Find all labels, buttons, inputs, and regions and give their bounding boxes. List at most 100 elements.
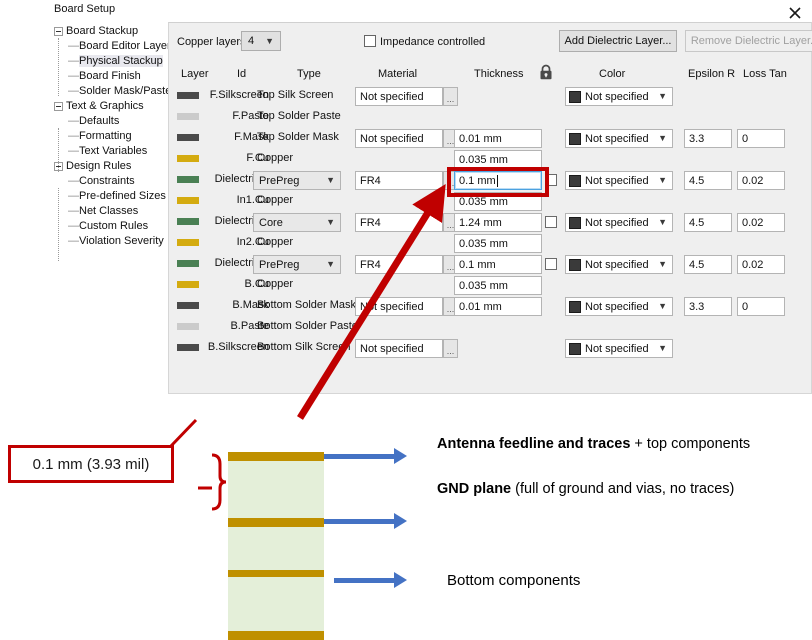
column-header-type: Type — [297, 68, 321, 80]
tree-item-label: Formatting — [79, 130, 132, 142]
layer-color-select[interactable]: Not specified ▼ — [565, 87, 673, 106]
thickness-field[interactable]: 0.01 mm — [454, 129, 542, 148]
thickness-field[interactable]: 0.035 mm — [454, 276, 542, 295]
copper-layers-select[interactable]: 4 ▼ — [241, 31, 281, 51]
color-preview-swatch — [569, 300, 581, 313]
material-field[interactable]: Not specified — [355, 339, 443, 358]
layer-color-select[interactable]: Not specified ▼ — [565, 171, 673, 190]
tree-item-formatting[interactable]: —Formatting — [68, 129, 132, 143]
tree-item-label: Solder Mask/Paste — [79, 85, 172, 97]
tree-expander-icon[interactable] — [54, 26, 63, 36]
column-header-thickness: Thickness — [474, 68, 524, 80]
pcb-cross-section-diagram — [228, 452, 324, 640]
layer-color-value: Not specified — [585, 258, 649, 271]
layer-color-swatch — [177, 113, 199, 120]
tree-item-text-variables[interactable]: —Text Variables — [68, 144, 147, 158]
tree-item-label: Design Rules — [66, 160, 132, 172]
layer-color-select[interactable]: Not specified ▼ — [565, 129, 673, 148]
dielectric-layer-1 — [228, 461, 324, 518]
thickness-field[interactable]: 1.24 mm — [454, 213, 542, 232]
tree-item-violation-severity[interactable]: —Violation Severity — [68, 234, 164, 248]
thickness-field[interactable]: 0.1 mm — [454, 255, 542, 274]
close-icon[interactable] — [786, 4, 804, 22]
tree-item-text-graphics[interactable]: Text & Graphics — [54, 99, 144, 113]
epsilon-r-field[interactable]: 3.3 — [684, 129, 732, 148]
tree-branch-icon: — — [68, 70, 79, 82]
thickness-value: 0.035 mm — [459, 279, 508, 292]
layer-type-select[interactable]: PrePreg ▼ — [253, 255, 341, 274]
material-field[interactable]: Not specified — [355, 129, 443, 148]
tree-item-board-finish[interactable]: —Board Finish — [68, 69, 141, 83]
layer-type-label: Copper — [257, 236, 294, 248]
loss-tangent-field[interactable]: 0.02 — [737, 213, 785, 232]
tree-item-label: Pre-defined Sizes — [79, 190, 166, 202]
tree-expander-icon[interactable] — [54, 101, 63, 111]
layer-type-value: Core — [259, 216, 283, 229]
copper-layer-in2 — [228, 570, 324, 577]
tree-branch-icon: — — [68, 145, 79, 157]
loss-tangent-field[interactable]: 0.02 — [737, 255, 785, 274]
loss-tangent-field[interactable]: 0.02 — [737, 171, 785, 190]
thickness-field[interactable]: 0.035 mm — [454, 234, 542, 253]
tree-connector — [58, 188, 59, 261]
tree-branch-icon: — — [68, 220, 79, 232]
layer-color-swatch — [177, 281, 199, 288]
tree-branch-icon: — — [68, 55, 79, 67]
impedance-controlled-checkbox[interactable]: Impedance controlled — [364, 35, 485, 48]
epsilon-r-field[interactable]: 4.5 — [684, 213, 732, 232]
material-field[interactable]: FR4 — [355, 213, 443, 232]
layer-color-select[interactable]: Not specified ▼ — [565, 339, 673, 358]
tree-item-constraints[interactable]: —Constraints — [68, 174, 135, 188]
color-preview-swatch — [569, 216, 581, 229]
tree-item-pre-defined-sizes[interactable]: —Pre-defined Sizes — [68, 189, 166, 203]
material-field[interactable]: Not specified — [355, 297, 443, 316]
checkbox-box — [364, 35, 376, 47]
layer-color-select[interactable]: Not specified ▼ — [565, 213, 673, 232]
layer-color-swatch — [177, 260, 199, 267]
thickness-field[interactable]: 0.01 mm — [454, 297, 542, 316]
epsilon-r-field[interactable]: 4.5 — [684, 255, 732, 274]
layer-color-select[interactable]: Not specified ▼ — [565, 255, 673, 274]
layer-type-select[interactable]: Core ▼ — [253, 213, 341, 232]
tree-item-board-stackup[interactable]: Board Stackup — [54, 24, 138, 38]
thickness-callout-text: 0.1 mm (3.93 mil) — [32, 455, 150, 473]
loss-tangent-field[interactable]: 0 — [737, 129, 785, 148]
thickness-lock-checkbox[interactable] — [545, 258, 557, 270]
thickness-lock-checkbox[interactable] — [545, 216, 557, 228]
tree-item-board-editor-layers[interactable]: —Board Editor Layers — [68, 39, 176, 53]
layer-color-value: Not specified — [585, 90, 649, 103]
layer-type-value: PrePreg — [259, 258, 300, 271]
page-title: Board Setup — [54, 3, 116, 15]
tree-item-solder-mask-paste[interactable]: —Solder Mask/Paste — [68, 84, 171, 98]
material-field[interactable]: FR4 — [355, 255, 443, 274]
column-header-color: Color — [599, 68, 626, 80]
tree-item-label: Custom Rules — [79, 220, 149, 232]
layer-type-label: Bottom Solder Mask — [257, 299, 357, 311]
material-field[interactable]: FR4 — [355, 171, 443, 190]
tree-item-custom-rules[interactable]: —Custom Rules — [68, 219, 148, 233]
material-browse-button[interactable]: ... — [443, 339, 458, 358]
diagram-label-bottom: Bottom components — [447, 572, 580, 589]
chevron-down-icon: ▼ — [658, 301, 667, 311]
tree-branch-icon: — — [68, 130, 79, 142]
material-field[interactable]: Not specified — [355, 87, 443, 106]
tree-item-defaults[interactable]: —Defaults — [68, 114, 119, 128]
add-dielectric-layer-button[interactable]: Add Dielectric Layer... — [559, 30, 677, 52]
layer-color-swatch — [177, 92, 199, 99]
lock-icon — [539, 64, 553, 83]
material-browse-button[interactable]: ... — [443, 87, 458, 106]
layer-color-select[interactable]: Not specified ▼ — [565, 297, 673, 316]
arrow-line-gnd — [324, 519, 396, 524]
tree-item-design-rules[interactable]: Design Rules — [54, 159, 131, 173]
loss-tangent-field[interactable]: 0 — [737, 297, 785, 316]
tree-item-label: Constraints — [79, 175, 135, 187]
layer-type-select[interactable]: PrePreg ▼ — [253, 171, 341, 190]
tree-item-label: Text & Graphics — [66, 100, 144, 112]
layer-color-swatch — [177, 155, 199, 162]
tree-item-physical-stackup[interactable]: —Physical Stackup — [68, 54, 163, 68]
epsilon-r-field[interactable]: 3.3 — [684, 297, 732, 316]
tree-item-label: Board Stackup — [66, 25, 139, 37]
tree-item-net-classes[interactable]: —Net Classes — [68, 204, 138, 218]
epsilon-r-field[interactable]: 4.5 — [684, 171, 732, 190]
layer-type-label: Bottom Silk Screen — [257, 341, 351, 353]
